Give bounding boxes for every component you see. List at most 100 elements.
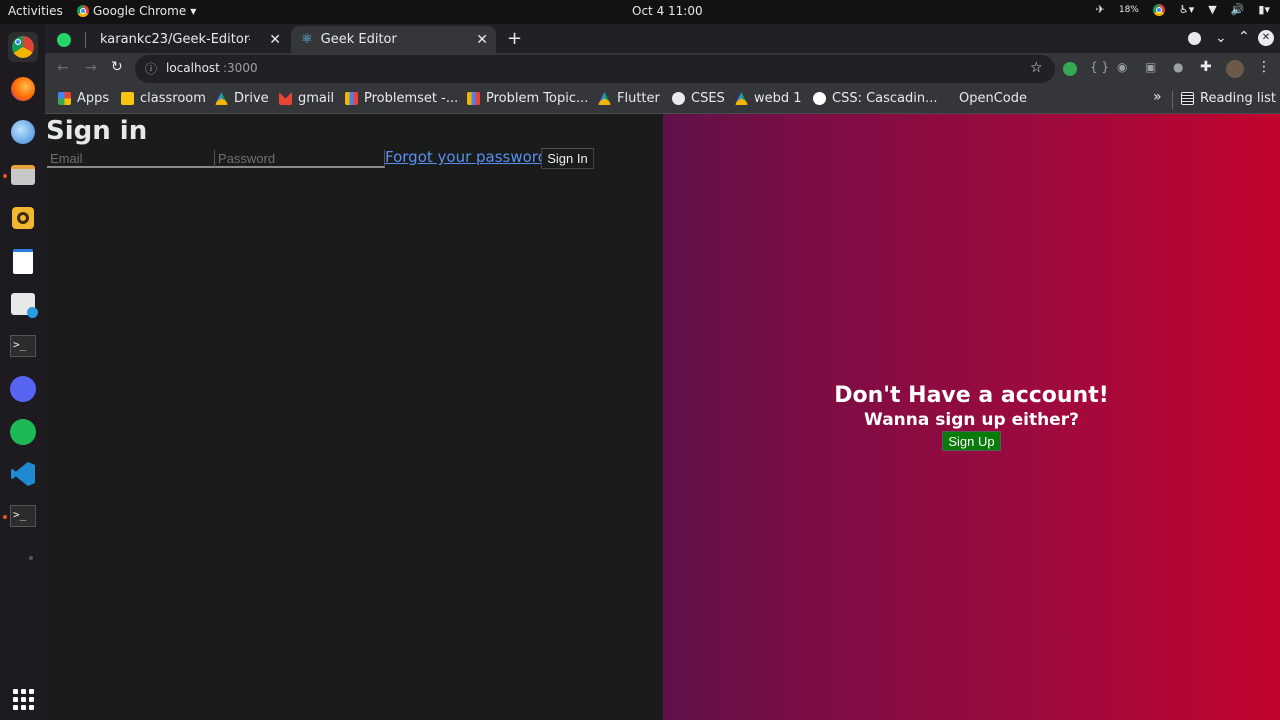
bookmark-item[interactable]: CSES bbox=[672, 91, 725, 106]
sign-up-button[interactable]: Sign Up bbox=[942, 431, 1001, 451]
apps-grid-icon bbox=[58, 92, 71, 105]
bookmark-item[interactable]: Problemset -... bbox=[345, 91, 458, 106]
page-title: Sign in bbox=[46, 116, 148, 146]
whatsapp-icon bbox=[57, 32, 71, 47]
close-icon[interactable]: ✕ bbox=[476, 32, 488, 48]
wifi-icon: ▼ bbox=[1208, 3, 1217, 16]
bookmark-item[interactable]: Flutter bbox=[598, 91, 660, 106]
browser-toolbar: ← → ↻ ⓘ localhost :3000 ☆ { } ◉ ▣ ● ✚ ⋮ bbox=[45, 53, 1280, 85]
signup-promo-panel: Don't Have a account! Wanna sign up eith… bbox=[663, 114, 1280, 720]
chrome-indicator-icon bbox=[1152, 3, 1165, 16]
spotify-icon[interactable] bbox=[8, 417, 38, 447]
rhythmbox-icon[interactable] bbox=[8, 203, 38, 233]
bookmark-label: CSS: Cascadin... bbox=[832, 91, 938, 106]
bookmark-label: OpenCode bbox=[959, 91, 1028, 106]
page-content: Sign in Forgot your password? Sign In Do… bbox=[45, 114, 1280, 720]
discord-icon[interactable] bbox=[8, 374, 38, 404]
bookmark-label: gmail bbox=[298, 91, 335, 106]
profile-indicator-icon[interactable] bbox=[1188, 32, 1201, 45]
app-menu[interactable]: Google Chrome ▼ bbox=[77, 4, 196, 18]
bookmark-star-icon[interactable]: ☆ bbox=[1030, 60, 1043, 76]
chevron-up-icon[interactable]: ⌃ bbox=[1238, 29, 1250, 45]
back-icon[interactable]: ← bbox=[57, 60, 69, 76]
bookmark-item[interactable]: webd 1 bbox=[735, 91, 802, 106]
bookmark-label: Problemset -... bbox=[364, 91, 459, 106]
react-icon: ⚛ bbox=[301, 32, 313, 47]
tab-label: karankc23/Geek-Editor-Fr bbox=[100, 32, 250, 47]
url-port: :3000 bbox=[223, 61, 258, 75]
tab-label: Geek Editor bbox=[320, 32, 397, 47]
bookmarks-bar: Apps classroom Drive gmail Problemset -.… bbox=[45, 85, 1280, 114]
bookmark-item[interactable]: CSS: Cascadin... bbox=[813, 91, 938, 106]
tab-geek-editor[interactable]: ⚛ Geek Editor ✕ bbox=[291, 26, 496, 53]
bookmark-item[interactable]: OpenCode bbox=[959, 91, 1027, 106]
firefox-icon[interactable] bbox=[8, 74, 38, 104]
sign-in-button[interactable]: Sign In bbox=[541, 148, 594, 169]
window-close-icon[interactable]: ✕ bbox=[1258, 30, 1274, 46]
divider bbox=[1172, 91, 1173, 109]
tab-divider bbox=[85, 31, 86, 48]
bookmark-label: webd 1 bbox=[754, 91, 802, 106]
extension-add-icon[interactable] bbox=[1063, 62, 1077, 76]
puzzle-icon[interactable]: ✚ bbox=[1200, 59, 1212, 75]
classroom-icon bbox=[121, 92, 134, 105]
chrome-dock-icon[interactable] bbox=[8, 32, 38, 62]
close-icon[interactable]: ✕ bbox=[269, 32, 281, 48]
reload-icon[interactable]: ↻ bbox=[111, 59, 123, 75]
password-field[interactable] bbox=[215, 150, 385, 168]
bookmark-label: Drive bbox=[234, 91, 269, 106]
browser-chrome: karankc23/Geek-Editor-Fr ✕ ⚛ Geek Editor… bbox=[45, 24, 1280, 114]
tab-strip: karankc23/Geek-Editor-Fr ✕ ⚛ Geek Editor… bbox=[45, 24, 1280, 53]
thunderbird-icon[interactable] bbox=[8, 117, 38, 147]
signin-panel: Sign in Forgot your password? Sign In bbox=[45, 114, 663, 720]
codeforces-icon bbox=[467, 92, 480, 105]
reading-list-icon bbox=[1181, 92, 1194, 105]
kebab-menu-icon[interactable]: ⋮ bbox=[1257, 59, 1271, 75]
caret-down-icon: ▼ bbox=[190, 6, 197, 16]
tab-github[interactable]: karankc23/Geek-Editor-Fr ✕ bbox=[57, 26, 289, 53]
extension-icon[interactable]: ◉ bbox=[1117, 60, 1127, 74]
bookmark-item[interactable]: Drive bbox=[215, 91, 269, 106]
battery-icon: ▮▾ bbox=[1258, 3, 1270, 16]
new-tab-icon[interactable]: + bbox=[507, 28, 522, 49]
bookmark-apps[interactable]: Apps bbox=[58, 91, 109, 106]
bookmark-item[interactable]: gmail bbox=[279, 91, 334, 106]
system-tray[interactable]: ✈ 18% ♿▾ ▼ 🔊 ▮▾ bbox=[1096, 3, 1270, 16]
show-apps-icon[interactable] bbox=[8, 684, 38, 714]
drive-icon bbox=[215, 92, 228, 105]
volume-icon: 🔊 bbox=[1230, 3, 1245, 16]
avatar[interactable] bbox=[1226, 60, 1244, 78]
drive-icon bbox=[735, 92, 748, 105]
clock[interactable]: Oct 4 11:00 bbox=[632, 4, 703, 18]
dock: >_ >_ bbox=[0, 24, 45, 720]
extension-icon[interactable]: { } bbox=[1090, 60, 1109, 74]
software-center-icon[interactable] bbox=[8, 289, 38, 319]
running-indicator bbox=[3, 174, 7, 178]
terminal-icon[interactable]: >_ bbox=[8, 331, 38, 361]
address-bar[interactable]: ⓘ localhost :3000 ☆ bbox=[135, 55, 1055, 83]
promo-subtitle: Wanna sign up either? bbox=[864, 410, 1079, 430]
chevron-down-icon[interactable]: ⌄ bbox=[1215, 30, 1227, 46]
app-menu-label: Google Chrome bbox=[93, 4, 187, 18]
extension-icon[interactable]: ▣ bbox=[1145, 60, 1156, 74]
activities-button[interactable]: Activities bbox=[8, 4, 63, 18]
writer-icon[interactable] bbox=[8, 246, 38, 276]
extension-icon[interactable]: ● bbox=[1173, 60, 1183, 74]
globe-icon bbox=[672, 92, 685, 105]
forgot-password-link[interactable]: Forgot your password? bbox=[385, 148, 555, 166]
forward-icon[interactable]: → bbox=[85, 60, 97, 76]
bookmark-label: Apps bbox=[77, 91, 110, 106]
bookmarks-overflow-icon[interactable]: » bbox=[1153, 89, 1162, 105]
bookmark-label: Flutter bbox=[617, 91, 660, 106]
bookmark-label: Problem Topic... bbox=[486, 91, 589, 106]
bookmark-item[interactable]: classroom bbox=[121, 91, 206, 106]
promo-title: Don't Have a account! bbox=[834, 383, 1109, 408]
vscode-icon[interactable] bbox=[8, 459, 38, 489]
bookmark-item[interactable]: Problem Topic... bbox=[467, 91, 588, 106]
drive-icon bbox=[598, 92, 611, 105]
reading-list-button[interactable]: Reading list bbox=[1181, 91, 1276, 106]
files-icon[interactable] bbox=[8, 160, 38, 190]
system-top-bar: Activities Google Chrome ▼ Oct 4 11:00 ✈… bbox=[0, 0, 1280, 24]
terminal-icon[interactable]: >_ bbox=[8, 501, 38, 531]
email-field[interactable] bbox=[47, 150, 215, 168]
